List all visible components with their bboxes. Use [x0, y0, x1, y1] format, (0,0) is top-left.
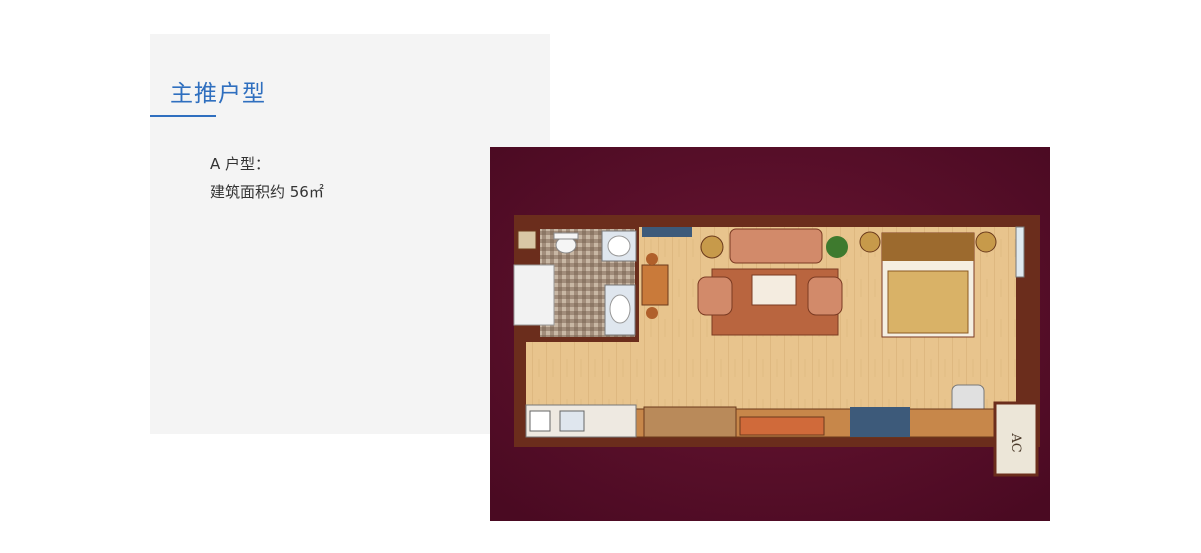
nightstand-right: [975, 231, 997, 253]
unit-area: 建筑面积约 56㎡: [210, 183, 324, 201]
bookshelf-top: [642, 227, 692, 237]
dining-chair: [646, 253, 658, 265]
kitchen-sink: [559, 410, 585, 432]
nightstand-left: [859, 231, 881, 253]
bed-headboard: [882, 233, 974, 261]
side-table-lamp: [700, 235, 724, 259]
shower-area: [513, 264, 555, 326]
title-underline: [150, 115, 216, 117]
dining-table: [641, 264, 669, 306]
armchair-left: [697, 276, 733, 316]
wardrobe: [643, 406, 737, 438]
small-cabinet: [517, 230, 537, 250]
toilet-tank: [553, 232, 579, 240]
armchair-right: [807, 276, 843, 316]
dining-chair-2: [646, 307, 658, 319]
potted-plant: [826, 236, 848, 258]
sofa: [729, 228, 823, 264]
tv-cabinet: [739, 416, 825, 436]
bed-cover: [887, 270, 969, 334]
basin: [609, 294, 631, 324]
window: [1015, 226, 1025, 278]
section-title: 主推户型: [170, 81, 266, 107]
unit-info: A 户型： 建筑面积约 56㎡: [210, 150, 324, 206]
floor-plan-image: AC: [490, 147, 1050, 521]
unit-name: A 户型：: [210, 155, 271, 173]
ac-label: AC: [1008, 432, 1023, 452]
bookshelf-bottom: [850, 407, 910, 437]
coffee-table: [751, 274, 797, 306]
stove: [529, 410, 551, 432]
sink: [607, 235, 631, 257]
